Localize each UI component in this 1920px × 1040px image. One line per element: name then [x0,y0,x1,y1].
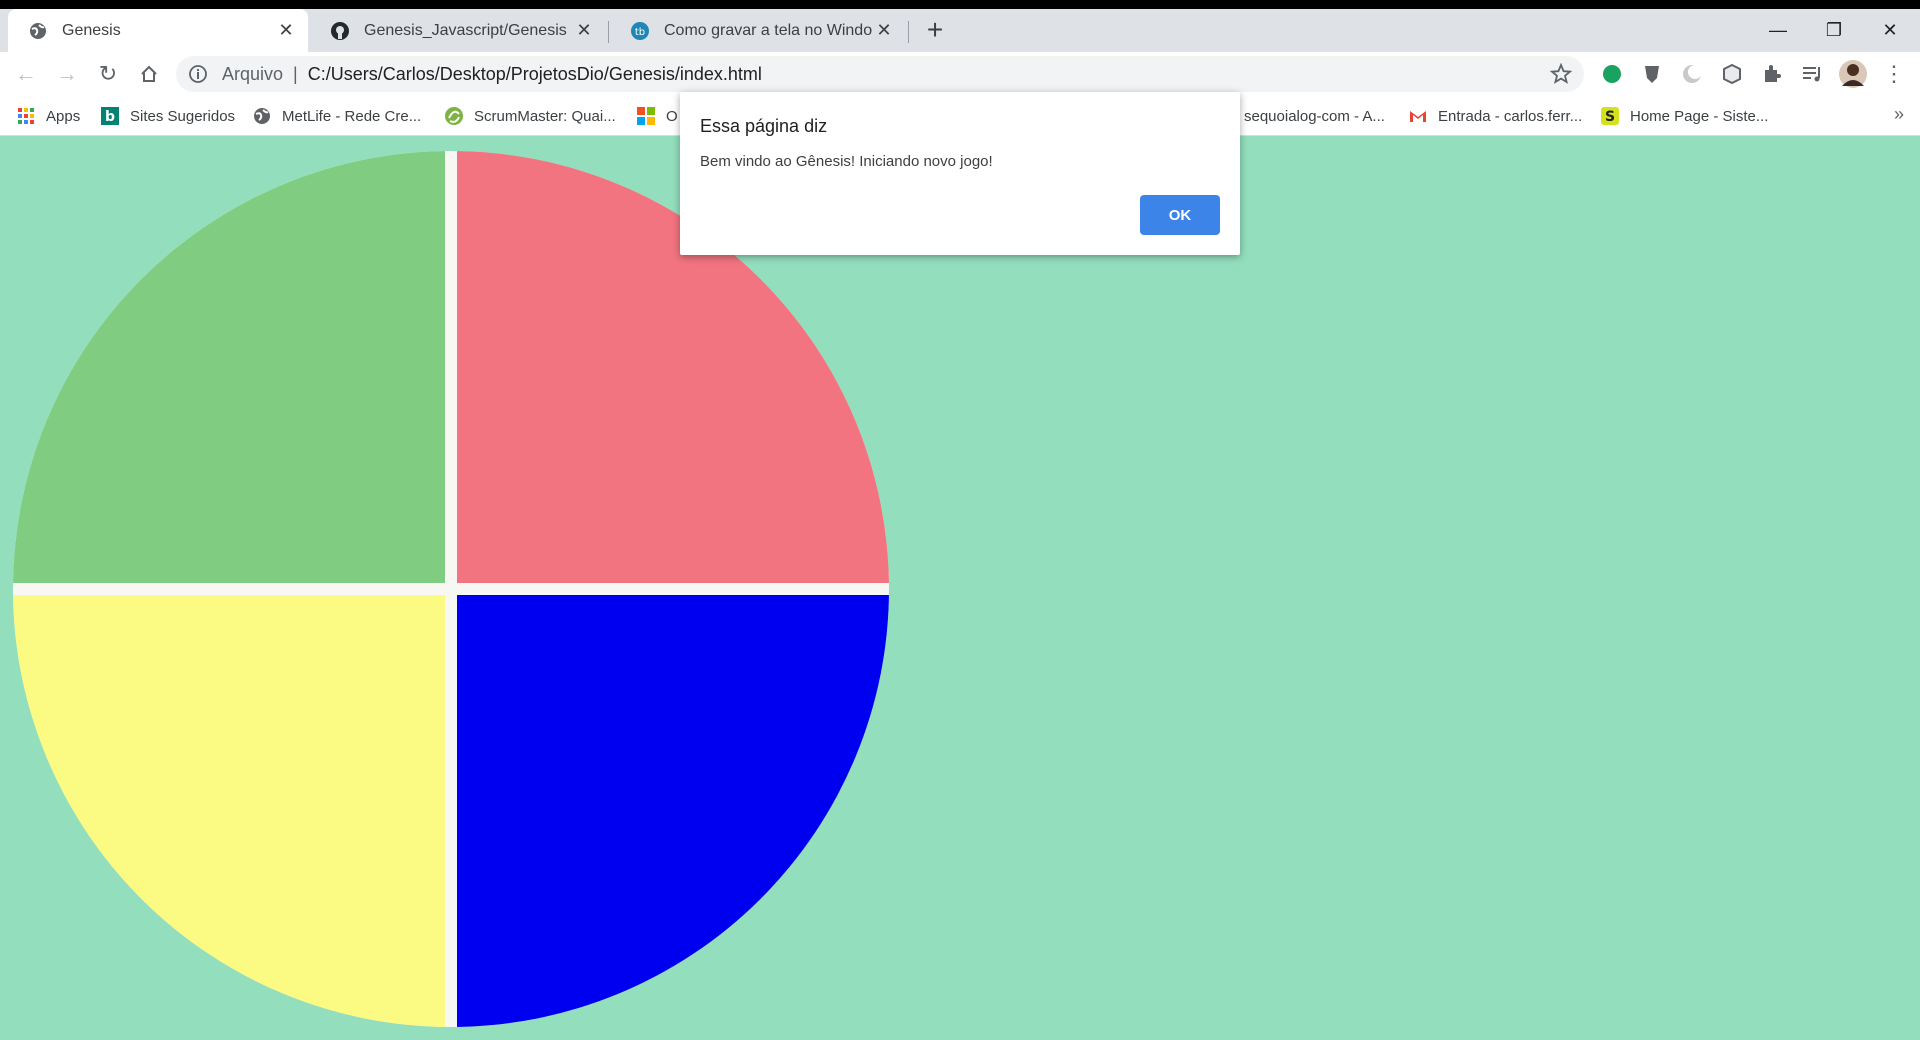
tab-tecmundo[interactable]: tb Como gravar a tela no Windows ✕ [610,9,906,52]
extension-cube-icon[interactable] [1720,62,1744,86]
address-bar[interactable]: Arquivo | C:/Users/Carlos/Desktop/Projet… [176,56,1584,92]
tab-close-icon[interactable]: ✕ [572,20,596,41]
extension-moon-icon[interactable] [1680,62,1704,86]
tab-title: Genesis_Javascript/Genesis at master [364,21,572,39]
s-logo-icon: S [1601,107,1619,125]
bookmark-label: ScrumMaster: Quai... [474,107,616,125]
scheme-label: Arquivo [222,63,284,84]
bookmark-label: MetLife - Rede Cre... [282,107,422,125]
bookmark-apps[interactable]: Apps [16,104,80,128]
extension-green-icon[interactable] [1600,62,1624,86]
menu-kebab-icon[interactable]: ⋮ [1878,58,1910,90]
github-icon [331,21,349,40]
bookmark-label: sequoialog-com - A... [1244,107,1385,125]
bookmark-scrummaster[interactable]: ScrumMaster: Quai... [444,104,616,128]
bookmark-sites-sugeridos[interactable]: b Sites Sugeridos [100,104,235,128]
bookmarks-overflow-icon[interactable]: » [1894,104,1904,125]
bookmark-label: O [666,107,678,125]
extensions-puzzle-icon[interactable] [1760,62,1784,86]
bookmark-gmail[interactable]: Entrada - carlos.ferr... [1408,104,1582,128]
reload-button[interactable]: ↻ [92,58,124,90]
tab-title: Como gravar a tela no Windows [664,21,872,39]
media-playlist-icon[interactable] [1800,62,1824,86]
home-icon [141,65,157,82]
tab-github[interactable]: Genesis_Javascript/Genesis at master ✕ [310,9,606,52]
close-window-button[interactable]: ✕ [1862,9,1918,52]
url-text[interactable]: C:/Users/Carlos/Desktop/ProjetosDio/Gene… [308,64,762,85]
gmail-icon [1410,111,1426,122]
alert-dialog: Essa página diz Bem vindo ao Gênesis! In… [680,92,1240,255]
dialog-message: Bem vindo ao Gênesis! Iniciando novo jog… [700,153,993,170]
bookmark-office[interactable]: O [636,104,678,128]
quadrant-blue[interactable] [457,595,889,1027]
tab-genesis[interactable]: Genesis ✕ [8,9,308,52]
scrum-icon [445,107,463,125]
page-content [0,136,1920,1040]
bookmark-metlife[interactable]: MetLife - Rede Cre... [252,104,421,128]
globe-icon [254,108,270,124]
apps-grid-icon [18,108,34,124]
bookmark-sequoialog[interactable]: sequoialog-com - A... [1244,104,1385,128]
dialog-title: Essa página diz [700,116,828,136]
tab-separator [908,21,909,43]
browser-toolbar: ← → ↻ Arquivo | C:/Users/Carlos/Desktop/… [0,52,1920,96]
window-top-border [0,0,1920,9]
microsoft-icon [637,107,655,125]
tecmundo-icon: tb [631,21,649,40]
tab-close-icon[interactable]: ✕ [274,20,298,41]
home-button[interactable] [133,58,165,90]
genesis-game-board [13,151,889,1027]
ok-button[interactable]: OK [1140,195,1220,235]
extension-shield-icon[interactable] [1640,62,1664,86]
svg-text:tb: tb [635,27,645,38]
info-icon [189,65,207,83]
tab-close-icon[interactable]: ✕ [872,20,896,41]
minimize-button[interactable]: ― [1750,9,1806,52]
new-tab-button[interactable]: + [920,16,950,46]
avatar[interactable] [1838,59,1868,89]
bookmark-label: Sites Sugeridos [130,107,236,125]
globe-icon [30,22,46,39]
back-button[interactable]: ← [10,58,42,90]
svg-text:S: S [1605,109,1615,125]
omnibox-separator: | [293,63,298,84]
bookmark-star-icon[interactable] [1550,63,1572,85]
bing-icon: b [101,107,119,125]
bookmark-label: Home Page - Siste... [1630,107,1769,125]
tab-strip: Genesis ✕ Genesis_Javascript/Genesis at … [0,9,1920,52]
bookmark-home-page[interactable]: S Home Page - Siste... [1600,104,1768,128]
restore-button[interactable]: ❐ [1806,9,1862,52]
quadrant-yellow[interactable] [13,595,445,1027]
tab-separator [608,21,609,43]
forward-button[interactable]: → [51,58,83,90]
tab-title: Genesis [62,21,121,39]
quadrant-green[interactable] [13,151,445,583]
bookmark-label: Entrada - carlos.ferr... [1438,107,1583,125]
svg-text:b: b [105,109,115,125]
bookmark-label: Apps [46,107,81,125]
